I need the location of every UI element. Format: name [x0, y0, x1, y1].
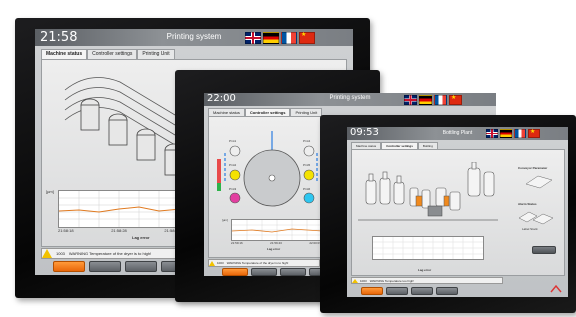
monitor-3-titlebar: 09:53 Bottling Plant: [347, 127, 568, 140]
tab-controller-settings[interactable]: Controller settings: [244, 108, 291, 116]
lag-error-trend-chart: [372, 236, 484, 260]
warning-bar[interactable]: 1003 WARNING Temperature of the dryer is…: [41, 248, 193, 259]
language-flags: [245, 31, 315, 44]
unit-label-1: Prnt1: [229, 139, 237, 143]
monitor-1-tabs: Machine status Controller settings Print…: [41, 49, 175, 59]
printing-drum-diagram: [217, 131, 318, 207]
tab-machine-status[interactable]: Machine status: [41, 49, 88, 59]
lag-error-trend-chart: [µm]: [222, 218, 323, 241]
nav-button-3[interactable]: [280, 268, 306, 276]
germany-flag-icon[interactable]: [419, 95, 432, 105]
france-flag-icon[interactable]: [514, 129, 526, 138]
unit-label-6: Prnt6: [303, 187, 311, 191]
nav-button-4[interactable]: [436, 287, 458, 295]
warning-code: 1003: [56, 251, 65, 256]
chart-caption: Lag error: [132, 235, 150, 240]
uk-flag-icon[interactable]: [486, 129, 498, 138]
trend-grid: [59, 191, 181, 227]
germany-flag-icon[interactable]: [263, 32, 279, 44]
warning-text: WARNING Temperature too high!: [369, 278, 415, 283]
nav-button-1[interactable]: [222, 268, 248, 276]
trend-grid: [373, 237, 483, 259]
france-flag-icon[interactable]: [281, 32, 297, 44]
warning-bar[interactable]: 1003 WARNING Temperature of the dryer is…: [208, 259, 320, 267]
chart-unit-label: [µm]: [222, 218, 228, 222]
x-tick: 21:59:43: [270, 241, 282, 245]
nav-button-1[interactable]: [361, 287, 383, 295]
tab-machine-status[interactable]: Machine status: [351, 142, 382, 149]
label-stock-label: Label Stock: [522, 227, 538, 231]
monitor-1-titlebar: 21:58 Printing system: [35, 29, 353, 46]
warning-icon: [42, 249, 52, 258]
nav-button-2[interactable]: [89, 261, 121, 272]
detail-button[interactable]: [532, 246, 556, 254]
warning-text: WARNING Temperature of the dryer is to h…: [68, 251, 152, 256]
warning-code: 1003: [217, 261, 224, 265]
x-tick: 21:58:18: [58, 228, 74, 233]
nav-button-1[interactable]: [53, 261, 85, 272]
alarm-status-label: Alarm Status: [518, 202, 537, 206]
warning-icon: [352, 278, 358, 283]
tab-printing-unit[interactable]: Printing Unit: [137, 49, 175, 59]
tab-printing-unit[interactable]: Printing Unit: [290, 108, 323, 116]
warning-code: 1003: [360, 278, 367, 283]
germany-flag-icon[interactable]: [500, 129, 512, 138]
bottom-button-row: [361, 287, 458, 295]
corner-logo-icon: [550, 284, 562, 293]
label-stock-sketch: [518, 211, 554, 225]
bottom-button-row: [53, 261, 193, 272]
nav-button-2[interactable]: [386, 287, 408, 295]
monitor-2-tabs: Machine status Controller settings Print…: [208, 108, 323, 116]
x-tick: 21:59:16: [231, 241, 243, 245]
china-flag-icon[interactable]: [449, 94, 462, 105]
warning-text: WARNING Temperature of the dryer is to h…: [226, 261, 289, 265]
conveyor-sketch: [525, 175, 553, 189]
nav-button-3[interactable]: [411, 287, 433, 295]
chart-unit-label: [µm]: [46, 189, 54, 194]
uk-flag-icon[interactable]: [245, 32, 261, 44]
warning-icon: [209, 260, 215, 266]
bottling-line-illustration: [358, 162, 498, 221]
tab-machine-status[interactable]: Machine status: [208, 108, 245, 116]
unit-label-2: Prnt2: [229, 163, 237, 167]
monitor-3-tabs: Machine status Controller settings Bottl…: [351, 142, 438, 149]
france-flag-icon[interactable]: [434, 95, 447, 105]
bottom-button-row: [222, 268, 335, 276]
monitor-bottling-plant: 09:53 Bottling Plant Machine status Cont…: [320, 115, 576, 313]
uk-flag-icon[interactable]: [404, 95, 417, 105]
warning-bar[interactable]: 1003 WARNING Temperature too high!: [351, 277, 503, 284]
unit-label-5: Prnt5: [303, 163, 311, 167]
monitor-3-screen: 09:53 Bottling Plant Machine status Cont…: [347, 127, 568, 297]
x-axis-ticks: 21:58:18 21:58:28 21:58:38: [58, 228, 180, 233]
nav-button-3[interactable]: [125, 261, 157, 272]
x-tick: 21:58:28: [111, 228, 127, 233]
china-flag-icon[interactable]: [299, 31, 315, 44]
tab-controller-settings[interactable]: Controller settings: [381, 142, 418, 149]
x-axis-ticks: 21:59:16 21:59:43 22:00:03: [231, 241, 321, 245]
unit-label-3: Prnt3: [229, 187, 237, 191]
monitor-2-titlebar: 22:00 Printing system: [204, 93, 496, 106]
conveyor-parameter-label: Conveyor Parameter: [518, 166, 548, 170]
chart-caption: Lag error: [418, 268, 432, 272]
nav-button-2[interactable]: [251, 268, 277, 276]
language-flags: [486, 128, 540, 138]
language-flags: [404, 94, 462, 105]
lag-error-trend-chart: [µm]: [46, 189, 182, 228]
unit-label-4: Prnt4: [303, 139, 311, 143]
chart-caption: Lag error: [267, 247, 281, 251]
bottling-panel: Conveyor Parameter Alarm Status Label St…: [351, 149, 565, 276]
tab-controller-settings[interactable]: Controller settings: [87, 49, 138, 59]
trend-grid: [232, 220, 322, 240]
china-flag-icon[interactable]: [528, 128, 540, 138]
tab-bottling[interactable]: Bottling: [417, 142, 438, 149]
